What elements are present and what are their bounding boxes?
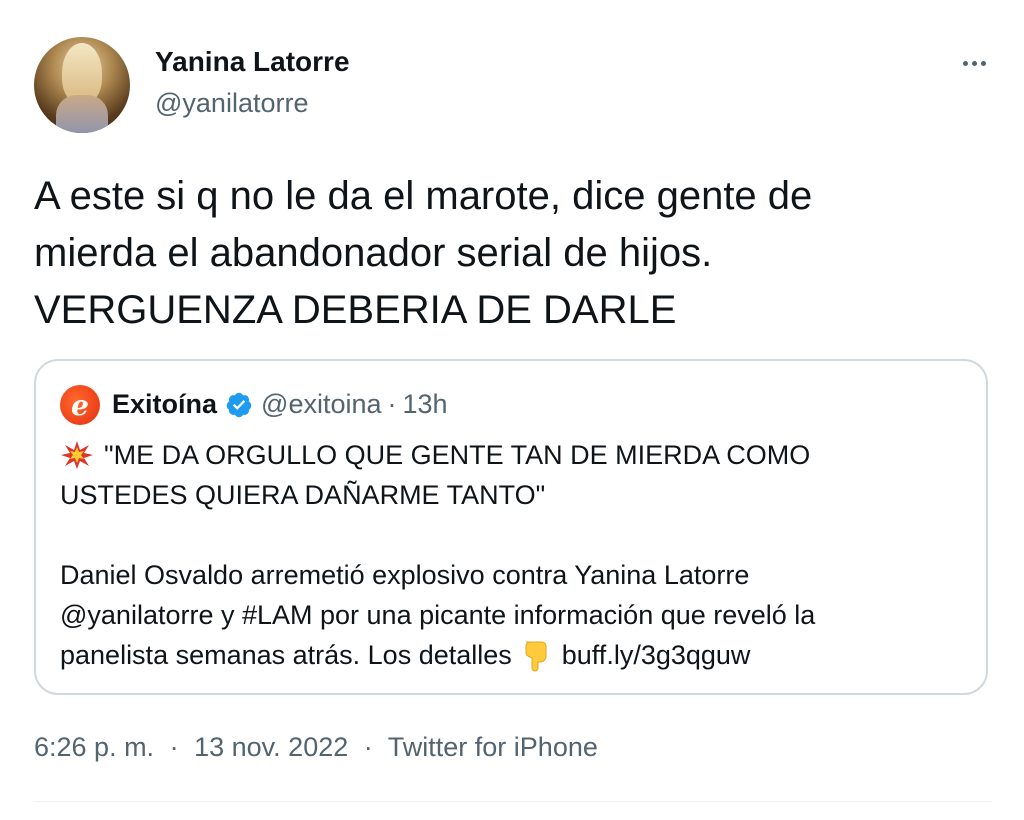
quoted-display-name[interactable]: Exitoína: [112, 389, 217, 420]
divider: [34, 801, 992, 802]
meta-separator: ·: [363, 732, 373, 762]
quoted-text-line: "ME DA ORGULLO QUE GENTE TAN DE MIERDA C…: [60, 435, 960, 475]
tweet-date[interactable]: 13 nov. 2022: [194, 732, 348, 762]
quoted-handle[interactable]: @exitoina: [261, 389, 381, 420]
author-display-name[interactable]: Yanina Latorre: [155, 46, 350, 78]
quoted-separator: ·: [387, 389, 397, 419]
quoted-text-line-1: "ME DA ORGULLO QUE GENTE TAN DE MIERDA C…: [104, 440, 811, 470]
quoted-text-line-5: panelista semanas atrás. Los detalles buf…: [60, 635, 960, 675]
quoted-timestamp[interactable]: 13h: [403, 389, 448, 420]
collision-emoji-icon: [61, 441, 93, 469]
verified-badge-icon: [226, 392, 252, 417]
quoted-text-line-4: @yanilatorre y #LAM por una picante info…: [60, 600, 816, 630]
tweet-text-line: mierda el abandonador serial de hijos.: [34, 231, 713, 275]
quoted-text-line-2: USTEDES QUIERA DAÑARME TANTO": [60, 480, 546, 510]
quoted-avatar-letter: e: [71, 388, 89, 422]
quoted-text: "ME DA ORGULLO QUE GENTE TAN DE MIERDA C…: [60, 435, 960, 675]
quoted-link[interactable]: buff.ly/3g3qguw: [562, 640, 751, 670]
tweet-time[interactable]: 6:26 p. m.: [34, 732, 154, 762]
avatar-figure: [56, 95, 108, 133]
tweet-text-line: A este si q no le da el marote, dice gen…: [34, 174, 813, 218]
quoted-header: Exitoína @exitoina · 13h: [112, 389, 448, 420]
quoted-text-line-3: Daniel Osvaldo arremetió explosivo contr…: [60, 560, 750, 590]
tweet-source[interactable]: Twitter for iPhone: [388, 732, 598, 762]
quoted-author-avatar[interactable]: e: [60, 385, 100, 425]
more-horizontal-icon-dot: [971, 60, 977, 66]
quoted-text-line-5-text: panelista semanas atrás. Los detalles: [60, 640, 512, 670]
more-horizontal-icon-dot: [980, 60, 986, 66]
author-handle[interactable]: @yanilatorre: [155, 88, 308, 119]
tweet-text: A este si q no le da el marote, dice gen…: [34, 168, 994, 339]
meta-separator: ·: [169, 732, 179, 762]
quoted-text-spacer: [60, 515, 960, 555]
more-horizontal-icon: [962, 60, 968, 66]
tweet-text-line: VERGUENZA DEBERIA DE DARLE: [34, 288, 677, 332]
more-options-button[interactable]: [952, 48, 996, 78]
tweet-metadata: 6:26 p. m. · 13 nov. 2022 · Twitter for …: [34, 732, 598, 763]
avatar-hair: [62, 43, 102, 103]
author-avatar[interactable]: [34, 37, 130, 133]
quoted-tweet-card[interactable]: e Exitoína @exitoina · 13h "ME DA ORGULL…: [34, 359, 988, 695]
pointing-down-emoji-icon: [525, 641, 547, 672]
